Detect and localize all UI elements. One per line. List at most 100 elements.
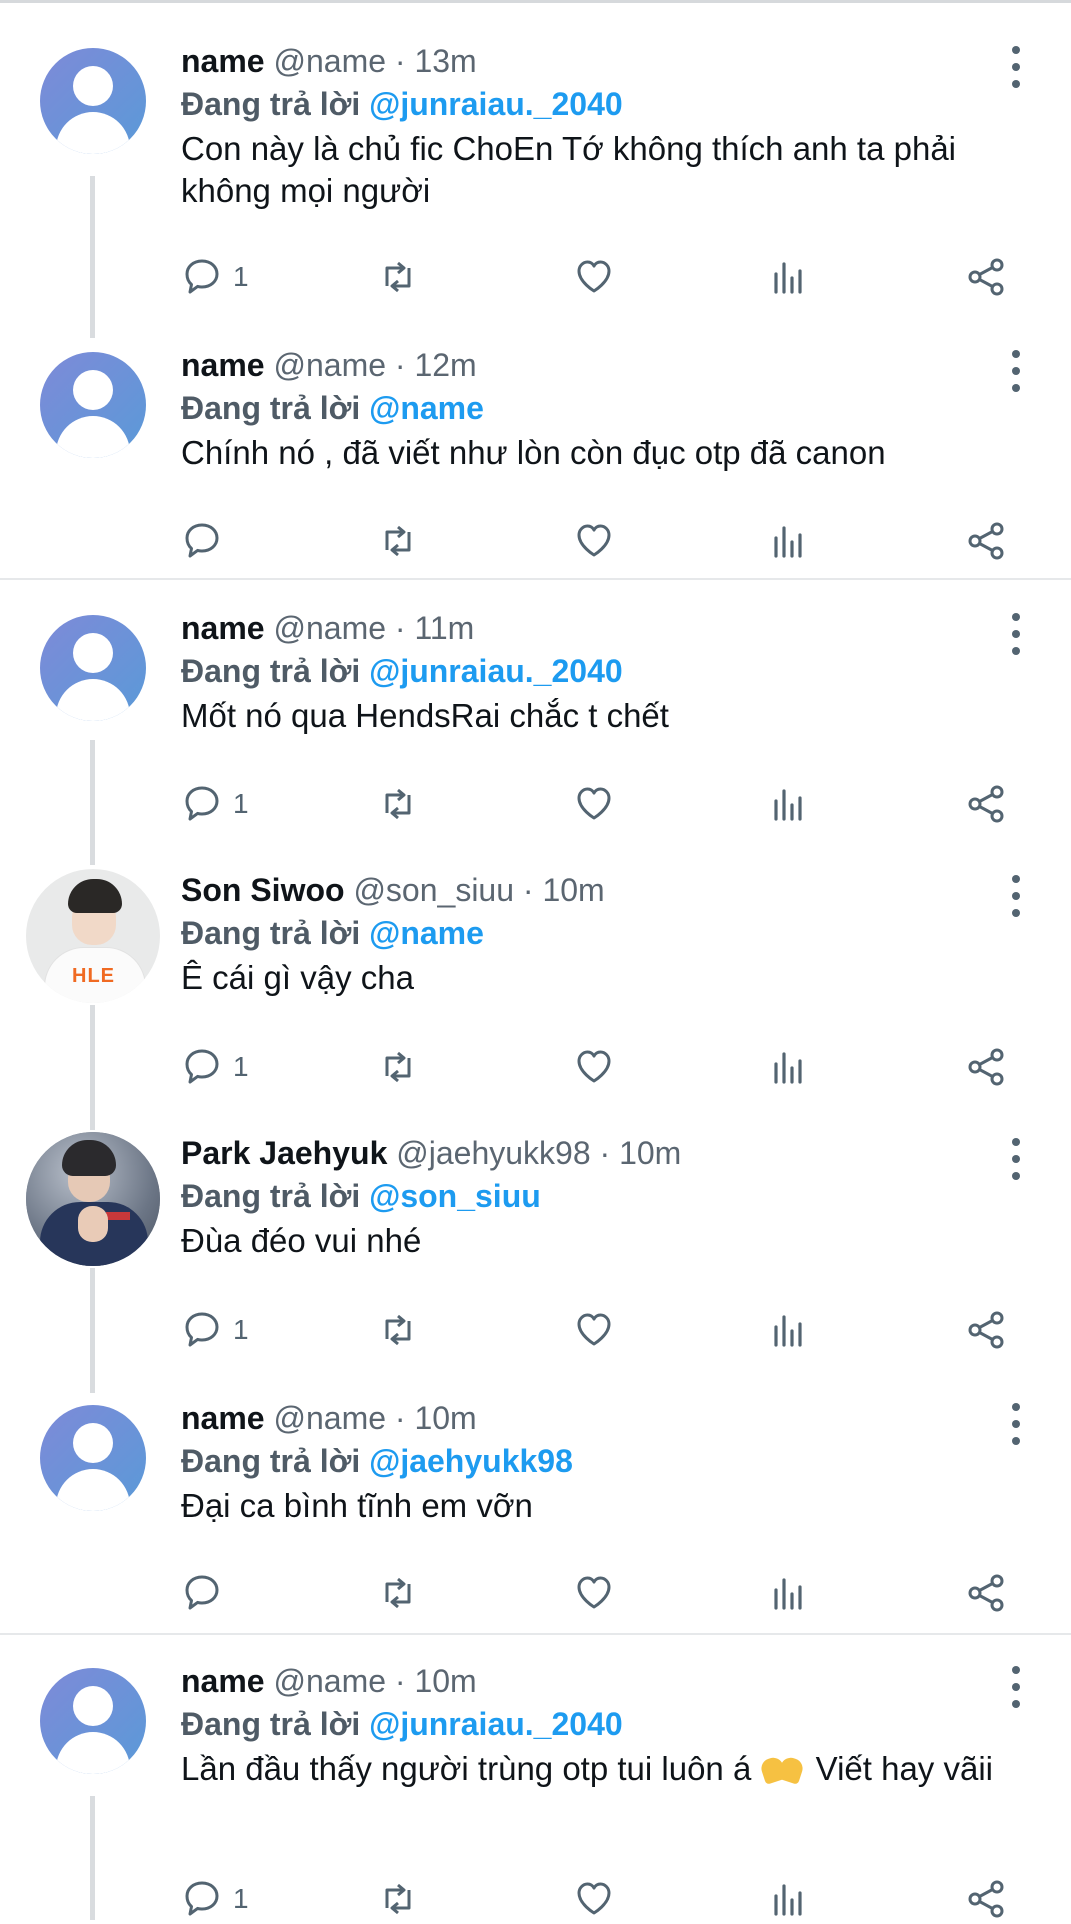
top-border	[0, 0, 1071, 3]
share-button[interactable]	[965, 1305, 1007, 1355]
thread-line	[90, 176, 95, 338]
handle[interactable]: @name	[273, 1663, 386, 1699]
reply-button[interactable]: 1	[181, 779, 249, 829]
more-icon[interactable]	[998, 44, 1034, 90]
reply-button[interactable]: 1	[181, 1042, 249, 1092]
share-icon	[968, 1574, 1004, 1612]
like-button[interactable]	[573, 1042, 615, 1092]
handle[interactable]: @name	[273, 1400, 386, 1436]
reply-mention[interactable]: @junraiau._2040	[369, 653, 623, 689]
action-bar: 1	[181, 1042, 1021, 1092]
share-button[interactable]	[965, 779, 1007, 829]
like-button[interactable]	[573, 1305, 615, 1355]
retweet-icon	[385, 1577, 411, 1609]
share-button[interactable]	[965, 1874, 1007, 1924]
reply-mention[interactable]: @junraiau._2040	[369, 86, 623, 122]
timestamp[interactable]: 11m	[414, 610, 474, 646]
timestamp[interactable]: 10m	[619, 1135, 681, 1171]
retweet-button[interactable]	[377, 1305, 419, 1355]
reply-button[interactable]: 1	[181, 1305, 249, 1355]
more-icon[interactable]	[998, 1136, 1034, 1182]
views-button[interactable]	[767, 252, 809, 302]
display-name[interactable]: name	[181, 43, 265, 79]
more-icon[interactable]	[998, 1401, 1034, 1447]
reply-mention[interactable]: @name	[369, 915, 484, 951]
like-button[interactable]	[573, 1874, 615, 1924]
handle[interactable]: @name	[273, 610, 386, 646]
retweet-button[interactable]	[377, 252, 419, 302]
retweet-icon	[385, 1051, 411, 1083]
handle[interactable]: @son_siuu	[353, 872, 514, 908]
reply-button[interactable]: 1	[181, 252, 249, 302]
retweet-button[interactable]	[377, 779, 419, 829]
avatar[interactable]	[26, 1132, 160, 1266]
reply-mention[interactable]: @name	[369, 390, 484, 426]
action-bar: 1	[181, 1305, 1021, 1355]
reply-context: Đang trả lời @junraiau._2040	[181, 649, 1021, 693]
display-name[interactable]: name	[181, 1663, 265, 1699]
share-button[interactable]	[965, 1568, 1007, 1618]
avatar[interactable]: HLE	[26, 869, 160, 1003]
share-button[interactable]	[965, 516, 1007, 566]
reply-mention[interactable]: @jaehyukk98	[369, 1443, 573, 1479]
views-button[interactable]	[767, 1305, 809, 1355]
more-icon[interactable]	[998, 348, 1034, 394]
action-bar: 1	[181, 779, 1021, 829]
retweet-button[interactable]	[377, 1042, 419, 1092]
avatar[interactable]	[40, 1405, 146, 1511]
tweet-text: Ê cái gì vậy cha	[181, 959, 414, 996]
views-icon	[774, 1052, 802, 1084]
more-icon[interactable]	[998, 611, 1034, 657]
reply-button[interactable]: 1	[181, 1874, 249, 1924]
action-bar: 1	[181, 252, 1021, 302]
views-button[interactable]	[767, 516, 809, 566]
avatar[interactable]	[40, 1668, 146, 1774]
reply-prefix: Đang trả lời	[181, 86, 361, 122]
timestamp[interactable]: 10m	[542, 872, 604, 908]
display-name[interactable]: Son Siwoo	[181, 872, 345, 908]
avatar[interactable]	[40, 615, 146, 721]
retweet-icon	[385, 525, 411, 557]
reply-count: 1	[233, 1051, 249, 1082]
timestamp[interactable]: 13m	[414, 43, 476, 79]
views-button[interactable]	[767, 1568, 809, 1618]
like-button[interactable]	[573, 1568, 615, 1618]
timestamp[interactable]: 10m	[414, 1400, 476, 1436]
reply-button[interactable]	[181, 1568, 233, 1618]
more-icon[interactable]	[998, 873, 1034, 919]
retweet-icon	[385, 261, 411, 293]
avatar[interactable]	[40, 48, 146, 154]
reply-icon	[185, 523, 219, 558]
avatar[interactable]	[40, 352, 146, 458]
reply-button[interactable]	[181, 516, 233, 566]
like-button[interactable]	[573, 252, 615, 302]
share-button[interactable]	[965, 252, 1007, 302]
display-name[interactable]: name	[181, 1400, 265, 1436]
share-button[interactable]	[965, 1042, 1007, 1092]
like-button[interactable]	[573, 779, 615, 829]
handle[interactable]: @name	[273, 347, 386, 383]
display-name[interactable]: name	[181, 347, 265, 383]
reply-mention[interactable]: @junraiau._2040	[369, 1706, 623, 1742]
handle[interactable]: @name	[273, 43, 386, 79]
timestamp[interactable]: 10m	[414, 1663, 476, 1699]
tweet-text-part: Lần đầu thấy người trùng otp tui luôn á	[181, 1750, 752, 1787]
display-name[interactable]: Park Jaehyuk	[181, 1135, 387, 1171]
separator-dot: ·	[599, 1135, 611, 1171]
handle[interactable]: @jaehyukk98	[396, 1135, 590, 1171]
timestamp[interactable]: 12m	[414, 347, 476, 383]
share-icon	[968, 1880, 1004, 1918]
like-button[interactable]	[573, 516, 615, 566]
views-icon	[774, 1315, 802, 1347]
retweet-button[interactable]	[377, 516, 419, 566]
retweet-button[interactable]	[377, 1874, 419, 1924]
reply-icon	[185, 259, 219, 294]
retweet-button[interactable]	[377, 1568, 419, 1618]
more-icon[interactable]	[998, 1664, 1034, 1710]
views-button[interactable]	[767, 1874, 809, 1924]
views-button[interactable]	[767, 779, 809, 829]
views-button[interactable]	[767, 1042, 809, 1092]
reply-mention[interactable]: @son_siuu	[369, 1178, 541, 1214]
reply-count: 1	[233, 788, 249, 819]
display-name[interactable]: name	[181, 610, 265, 646]
